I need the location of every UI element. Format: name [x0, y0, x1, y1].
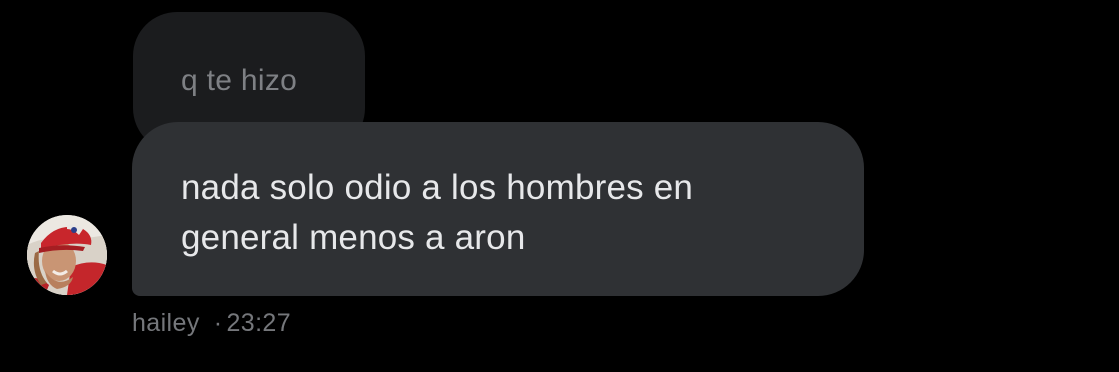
message-text: q te hizo	[181, 64, 298, 97]
message-bubble[interactable]: nada solo odio a los hombres en general …	[132, 122, 864, 296]
separator-dot: ·	[213, 309, 223, 337]
avatar-photo-icon	[27, 215, 107, 295]
message-meta: hailey · 23:27	[132, 309, 291, 338]
sender-name[interactable]: hailey	[132, 309, 200, 337]
avatar[interactable]	[27, 215, 107, 295]
timestamp: 23:27	[226, 309, 292, 337]
message-text: nada solo odio a los hombres en general …	[181, 168, 694, 257]
